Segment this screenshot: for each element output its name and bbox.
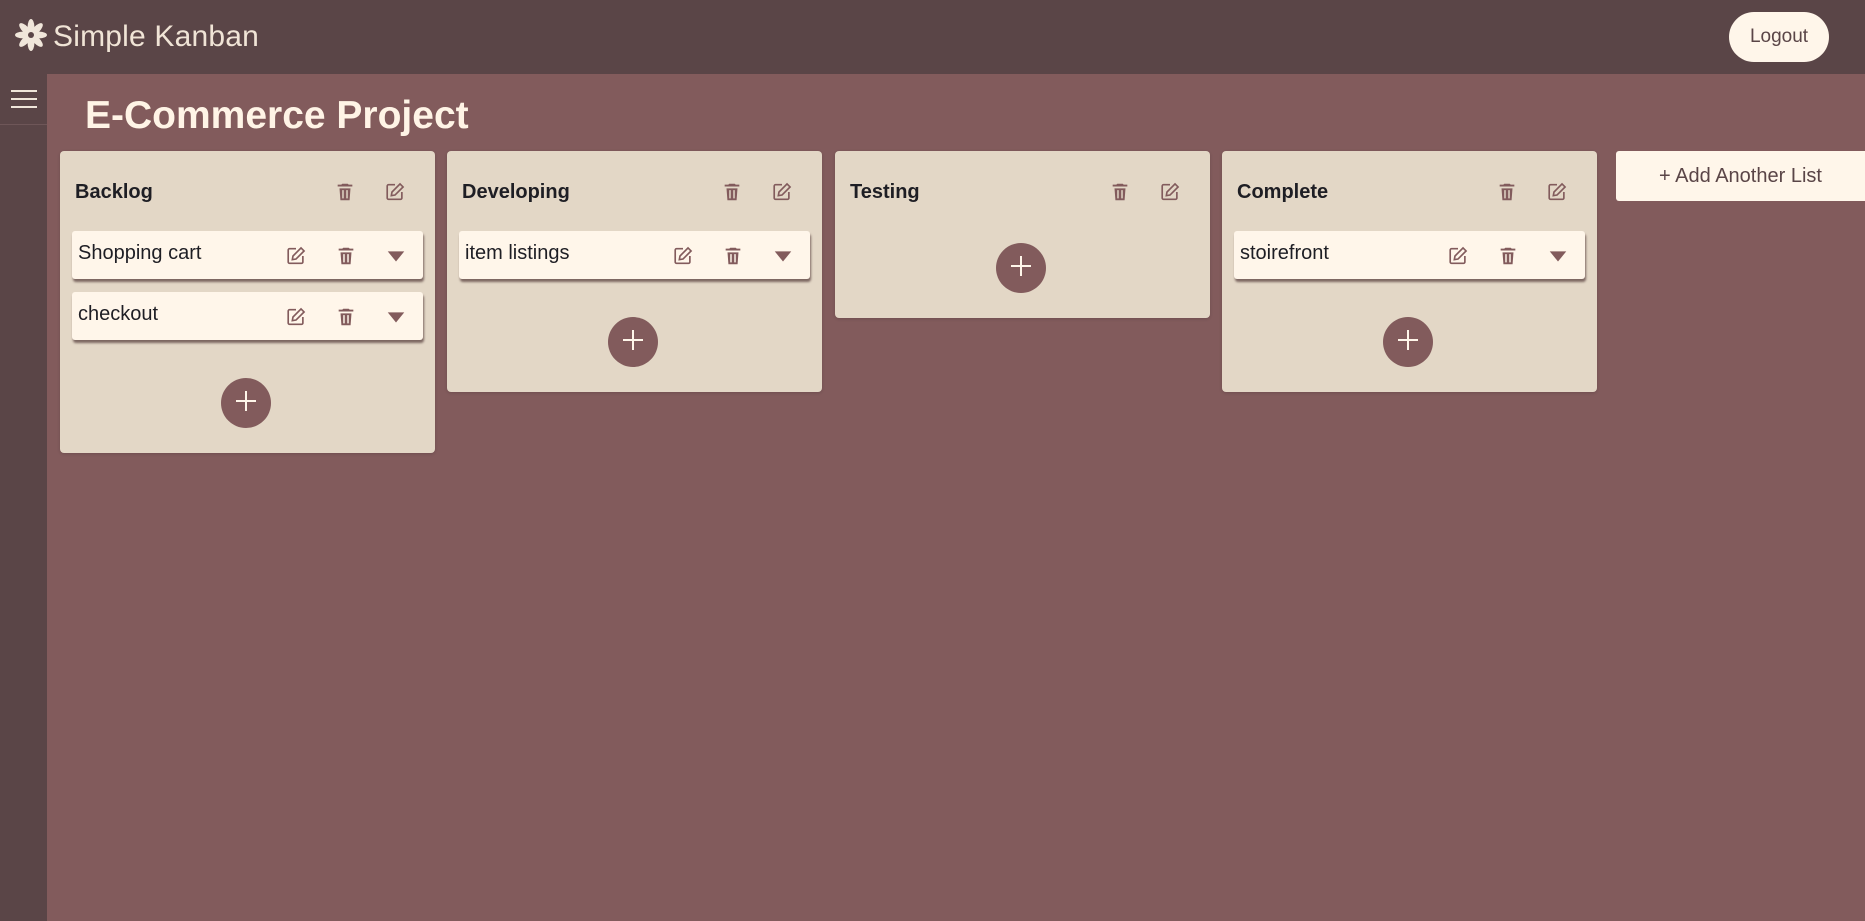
- brand[interactable]: Simple Kanban: [14, 18, 259, 57]
- top-bar: Simple Kanban Logout: [0, 0, 1865, 74]
- list-developing: Developing item listings: [447, 151, 822, 392]
- edit-icon[interactable]: [1445, 243, 1471, 269]
- trash-icon[interactable]: [332, 179, 358, 205]
- card-shopping-cart[interactable]: Shopping cart: [72, 231, 423, 279]
- edit-icon[interactable]: [382, 179, 408, 205]
- plus-icon: [1396, 328, 1420, 357]
- add-card-button[interactable]: [1383, 317, 1433, 367]
- add-card-button[interactable]: [221, 378, 271, 428]
- edit-icon[interactable]: [670, 243, 696, 269]
- plus-icon: [621, 328, 645, 357]
- edit-icon[interactable]: [769, 179, 795, 205]
- add-card-button[interactable]: [608, 317, 658, 367]
- card-item-listings[interactable]: item listings: [459, 231, 810, 279]
- card-title: item listings: [465, 242, 570, 264]
- page-title: E-Commerce Project: [85, 94, 469, 137]
- card-title: stoirefront: [1240, 242, 1329, 264]
- trash-icon[interactable]: [333, 304, 359, 330]
- edit-icon[interactable]: [283, 243, 309, 269]
- list-title: Backlog: [75, 181, 153, 203]
- list-title: Developing: [462, 181, 570, 203]
- trash-icon[interactable]: [1107, 179, 1133, 205]
- app-name: Simple Kanban: [53, 20, 260, 53]
- edit-icon[interactable]: [1157, 179, 1183, 205]
- card-storefront[interactable]: stoirefront: [1234, 231, 1585, 279]
- caret-down-icon[interactable]: [383, 243, 409, 269]
- trash-icon[interactable]: [1494, 179, 1520, 205]
- caret-down-icon[interactable]: [770, 243, 796, 269]
- sidebar: [0, 74, 47, 921]
- flower-icon: [14, 18, 48, 57]
- list-testing: Testing: [835, 151, 1210, 318]
- hamburger-menu-icon[interactable]: [0, 74, 47, 125]
- plus-icon: [1009, 254, 1033, 283]
- add-card-button[interactable]: [996, 243, 1046, 293]
- trash-icon[interactable]: [719, 179, 745, 205]
- list-title: Complete: [1237, 181, 1329, 203]
- trash-icon[interactable]: [1495, 243, 1521, 269]
- trash-icon[interactable]: [720, 243, 746, 269]
- caret-down-icon[interactable]: [383, 304, 409, 330]
- card-checkout[interactable]: checkout: [72, 292, 423, 340]
- card-title: Shopping cart: [78, 242, 202, 264]
- logout-button[interactable]: Logout: [1729, 12, 1829, 62]
- edit-icon[interactable]: [283, 304, 309, 330]
- plus-icon: [234, 389, 258, 418]
- list-complete: Complete stoirefront: [1222, 151, 1597, 392]
- list-backlog: Backlog Shopping cart checkout: [60, 151, 435, 453]
- trash-icon[interactable]: [333, 243, 359, 269]
- add-list-button[interactable]: + Add Another List: [1616, 151, 1865, 201]
- edit-icon[interactable]: [1544, 179, 1570, 205]
- card-title: checkout: [78, 303, 159, 325]
- caret-down-icon[interactable]: [1545, 243, 1571, 269]
- list-title: Testing: [850, 181, 920, 203]
